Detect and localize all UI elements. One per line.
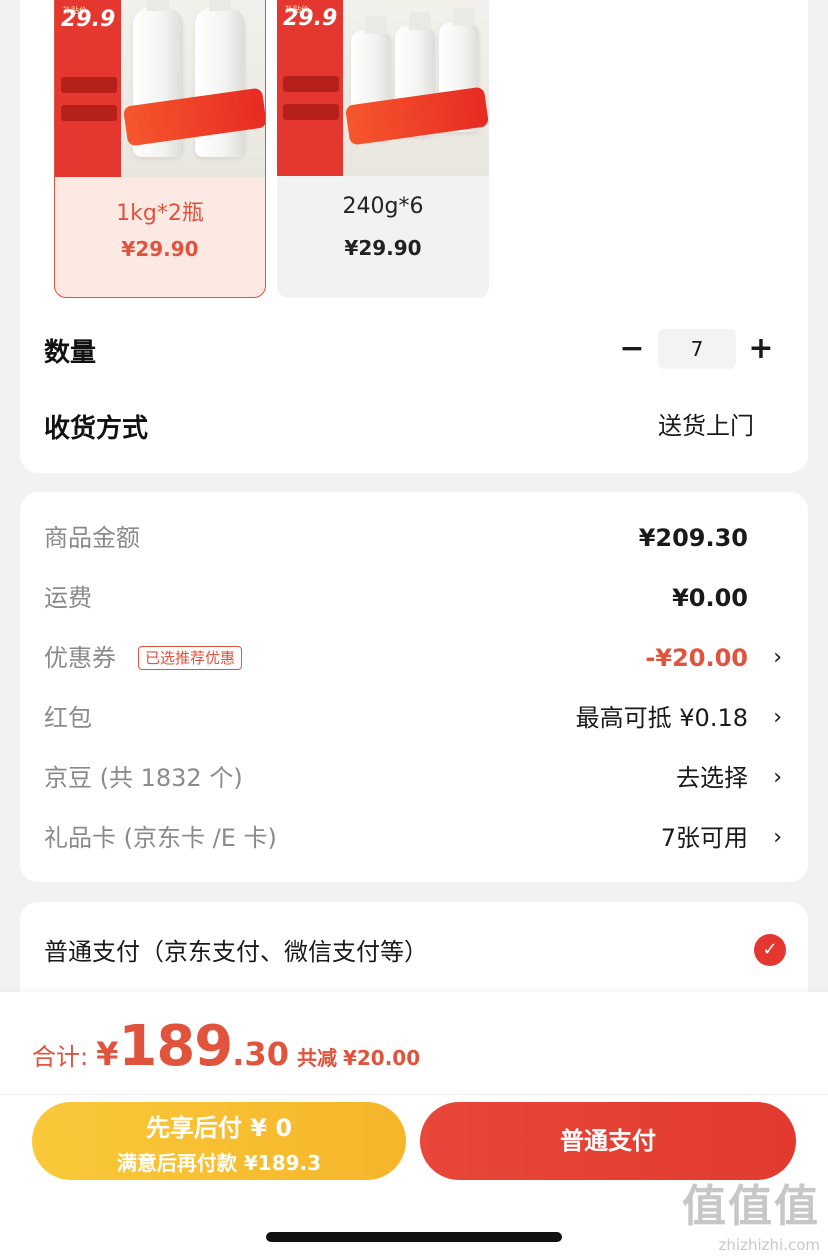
watermark-url: zhizhizhi.com [718,1236,820,1254]
check-icon[interactable]: ✓ [754,934,786,966]
gift-card-row[interactable]: 礼品卡 (京东卡 /E 卡) 7张可用 › [20,818,808,858]
chevron-right-icon: › [773,825,782,850]
jingdou-value: 去选择 [676,764,748,792]
total-integer: 189 [118,1014,233,1079]
chevron-right-icon: › [773,705,782,730]
coupon-recommended-badge: 已选推荐优惠 [138,646,243,670]
option-price: ¥29.90 [121,237,199,261]
goods-amount-value: ¥209.30 [638,524,748,552]
order-total: 合计: ¥189.30 共减 ¥20.00 [32,1014,420,1079]
promo-label [283,104,339,120]
total-currency: ¥ [96,1035,119,1073]
payment-method-label: 普通支付（京东支付、微信支付等） [44,938,428,966]
option-label: 1kg*2瓶 [116,201,204,226]
watermark-logo: 值值值 [682,1181,820,1232]
total-label: 合计: [32,1043,89,1071]
checkout-bar: 合计: ¥189.30 共减 ¥20.00 先享后付 ¥ 0 满意后再付款 ¥189.… [0,992,828,1258]
product-spec-card: 补贴价 29.9 1kg*2瓶 ¥29.90 补贴价 29.9 240g*6 ¥… [20,0,808,473]
jingdou-row[interactable]: 京豆 (共 1832 个) 去选择 › [20,758,808,798]
thumb-price: 29.9 [61,7,116,32]
promo-label [61,77,117,93]
watermark: 值值值 zhizhizhi.com [682,1170,820,1254]
option-card-240g[interactable]: 补贴价 29.9 240g*6 ¥29.90 [277,0,489,298]
red-packet-row[interactable]: 红包 最高可抵 ¥0.18 › [20,698,808,738]
price-detail-card: 商品金额 ¥209.30 运费 ¥0.00 优惠券 已选推荐优惠 -¥20.00… [20,492,808,882]
jingdou-label: 京豆 (共 1832 个) [44,764,243,792]
pay-later-button[interactable]: 先享后付 ¥ 0 满意后再付款 ¥189.3 [32,1102,406,1180]
goods-amount-row: 商品金额 ¥209.30 [20,518,808,558]
gift-card-label: 礼品卡 (京东卡 /E 卡) [44,824,277,852]
thumb-price: 29.9 [283,6,338,31]
shipping-row: 运费 ¥0.00 [20,578,808,618]
promo-label [283,76,339,92]
shipping-value: ¥0.00 [672,584,748,612]
goods-amount-label: 商品金额 [44,524,140,552]
red-packet-label: 红包 [44,704,92,732]
divider [0,1094,828,1095]
promo-label [61,105,117,121]
pay-now-button[interactable]: 普通支付 [420,1102,796,1180]
chevron-right-icon: › [773,765,782,790]
saved-amount: ¥20.00 [342,1046,421,1070]
saved-label: 共减 [296,1046,337,1070]
quantity-minus-button[interactable]: − [617,332,647,366]
delivery-method-label: 收货方式 [44,414,149,444]
option-price: ¥29.90 [344,236,422,260]
shipping-label: 运费 [44,584,92,612]
total-decimal: .30 [232,1035,289,1073]
option-card-1kg[interactable]: 补贴价 29.9 1kg*2瓶 ¥29.90 [54,0,266,298]
coupon-value: -¥20.00 [645,644,748,672]
option-label: 240g*6 [342,194,424,219]
home-indicator[interactable] [266,1232,562,1242]
red-packet-value: 最高可抵 ¥0.18 [575,704,748,732]
quantity-plus-button[interactable]: + [746,332,776,366]
product-thumbnail-240g: 补贴价 29.9 [277,0,489,176]
delivery-method-value[interactable]: 送货上门 [658,406,754,441]
pay-later-title: 先享后付 ¥ 0 [145,1114,293,1142]
coupon-label: 优惠券 [44,644,116,672]
coupon-row[interactable]: 优惠券 已选推荐优惠 -¥20.00 › [20,638,808,678]
pay-later-subtitle: 满意后再付款 ¥189.3 [116,1151,322,1175]
product-thumbnail-1kg: 补贴价 29.9 [55,0,265,177]
chevron-right-icon: › [773,645,782,670]
quantity-label: 数量 [44,338,97,368]
quantity-input[interactable]: 7 [658,329,736,369]
gift-card-value: 7张可用 [660,824,748,852]
